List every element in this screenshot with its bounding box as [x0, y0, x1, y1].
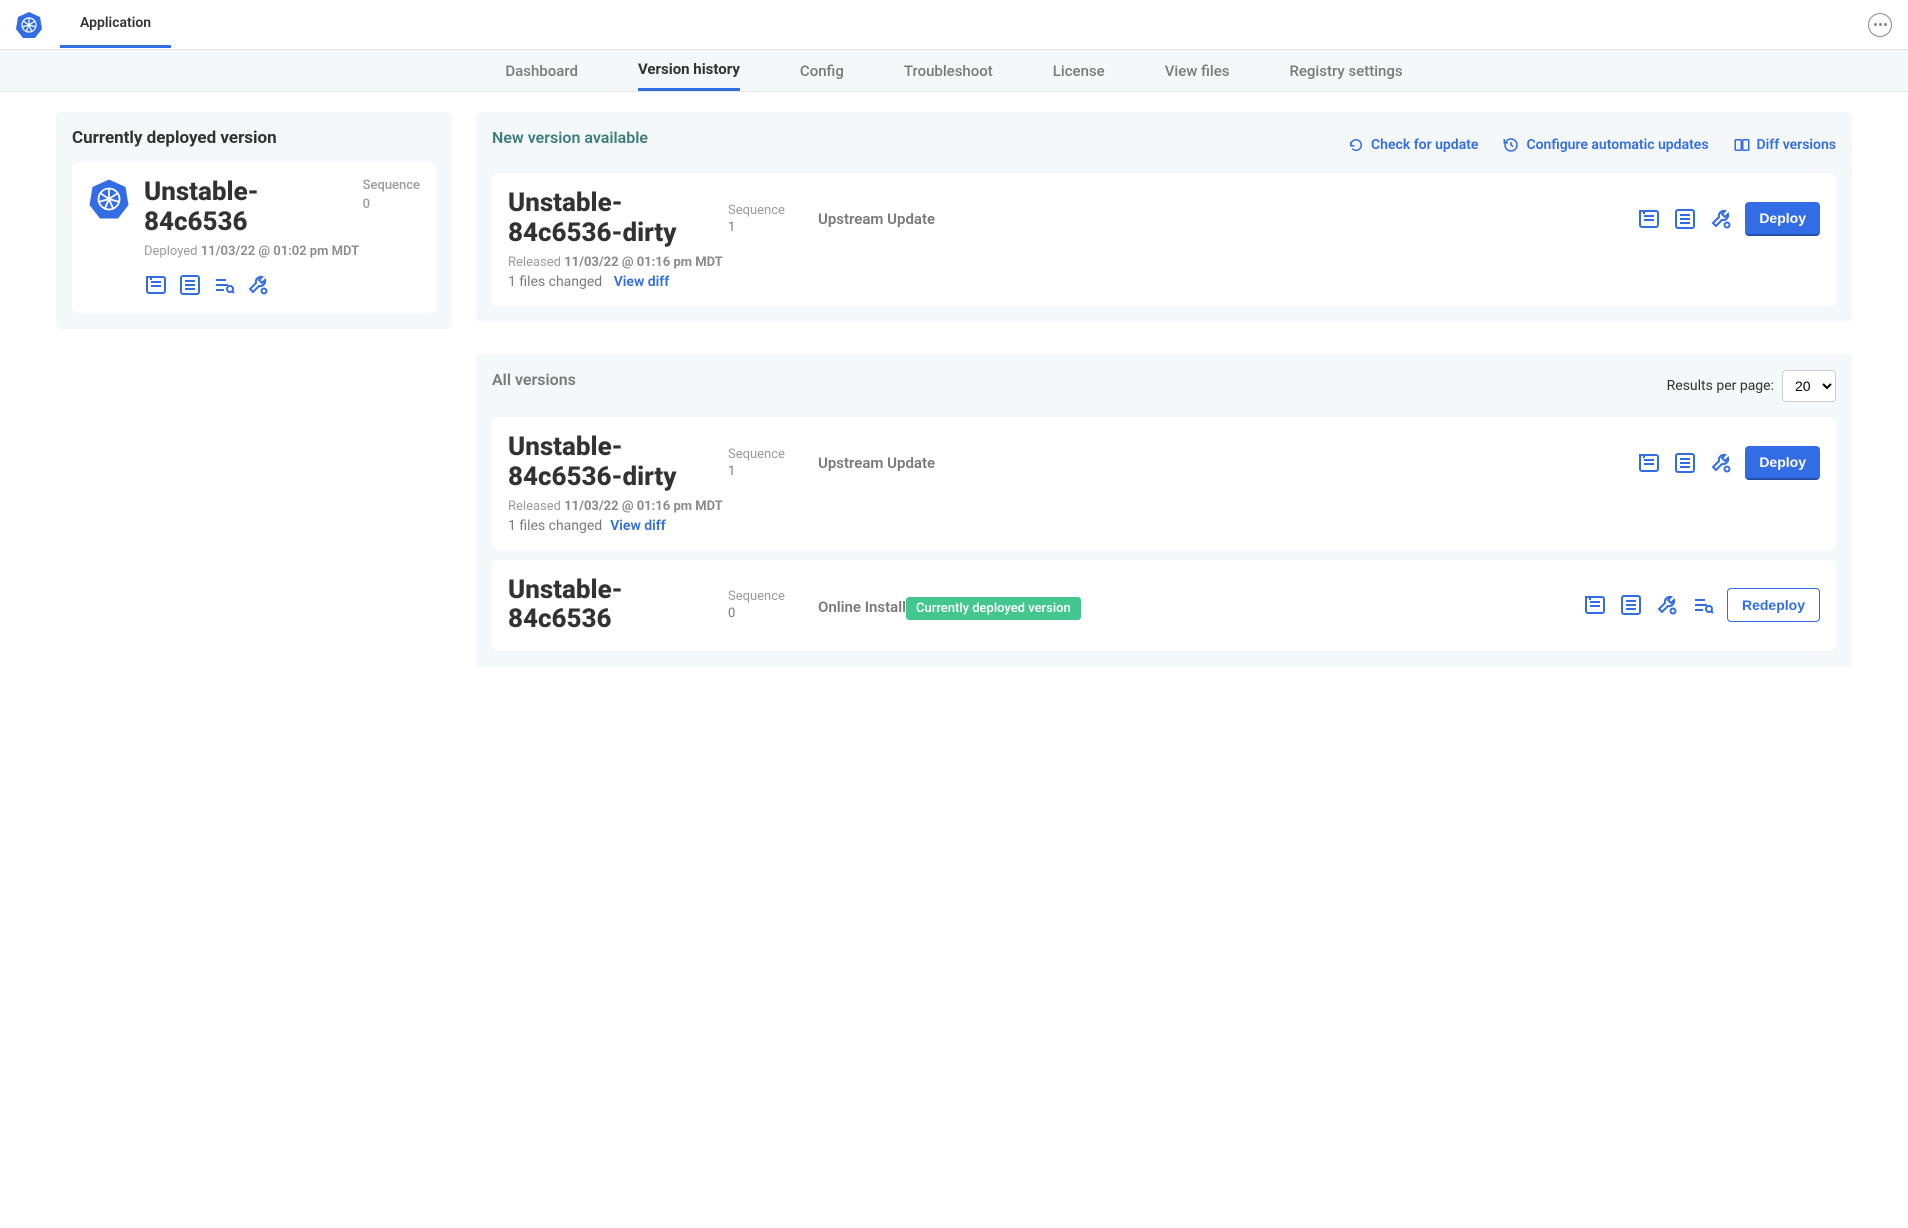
all-versions-title: All versions — [492, 370, 576, 389]
deployed-seq-label: Sequence — [363, 178, 420, 193]
config-icon[interactable] — [1673, 207, 1697, 231]
version-status: Upstream Update — [818, 454, 1617, 472]
version-name: Unstable-84c6536 — [508, 576, 708, 636]
diff-icon — [1733, 136, 1751, 154]
release-notes-icon[interactable] — [1637, 207, 1661, 231]
config-icon[interactable] — [1619, 593, 1643, 617]
release-notes-icon[interactable] — [1583, 593, 1607, 617]
configure-auto-updates-link[interactable]: Configure automatic updates — [1502, 136, 1708, 154]
deployed-version-name: Unstable-84c6536 — [144, 178, 353, 238]
refresh-icon — [1347, 136, 1365, 154]
top-bar: Application — [0, 0, 1908, 50]
config-icon[interactable] — [178, 273, 202, 297]
view-diff-link[interactable]: View diff — [610, 518, 666, 534]
deployed-panel-title: Currently deployed version — [72, 128, 436, 148]
redeploy-button[interactable]: Redeploy — [1727, 588, 1820, 622]
new-version-seq-value: 1 — [728, 220, 798, 235]
k8s-icon — [88, 178, 130, 220]
version-card: Unstable-84c6536-dirty Sequence 1 Upstream … — [492, 417, 1836, 550]
subnav-config[interactable]: Config — [800, 50, 844, 91]
new-version-panel: New version available Check for update C… — [476, 112, 1852, 322]
subnav-version-history[interactable]: Version history — [638, 50, 740, 91]
deploy-button[interactable]: Deploy — [1745, 446, 1820, 480]
deployed-timestamp: Deployed 11/03/22 @ 01:02 pm MDT — [144, 244, 420, 259]
version-seq-label: Sequence — [728, 447, 798, 462]
deployed-panel: Currently deployed version Unstable-84c6… — [56, 112, 452, 329]
support-bundle-icon[interactable] — [1655, 593, 1679, 617]
new-version-released: Released 11/03/22 @ 01:16 pm MDT — [508, 255, 1820, 270]
deployed-seq-value: 0 — [363, 197, 420, 212]
tab-application[interactable]: Application — [60, 1, 171, 48]
version-seq-label: Sequence — [728, 589, 798, 604]
new-version-seq-label: Sequence — [728, 203, 798, 218]
config-icon[interactable] — [1673, 451, 1697, 475]
version-diff-line: 1 files changedView diff — [508, 518, 1820, 534]
rpp-select[interactable]: 20 — [1782, 370, 1836, 402]
version-released: Released 11/03/22 @ 01:16 pm MDT — [508, 499, 1820, 514]
subnav-dashboard[interactable]: Dashboard — [505, 50, 578, 91]
release-notes-icon[interactable] — [1637, 451, 1661, 475]
new-version-name: Unstable-84c6536-dirty — [508, 189, 708, 249]
new-version-title: New version available — [492, 128, 648, 147]
deploy-button[interactable]: Deploy — [1745, 202, 1820, 236]
check-update-link[interactable]: Check for update — [1347, 136, 1478, 154]
version-name: Unstable-84c6536-dirty — [508, 433, 708, 493]
support-bundle-icon[interactable] — [1709, 451, 1733, 475]
view-diff-link[interactable]: View diff — [614, 274, 670, 290]
subnav-registry-settings[interactable]: Registry settings — [1289, 50, 1402, 91]
new-version-diff-line: 1 files changed View diff — [508, 274, 1820, 290]
support-bundle-icon[interactable] — [1709, 207, 1733, 231]
more-menu-icon[interactable] — [1868, 13, 1892, 37]
support-bundle-icon[interactable] — [246, 273, 270, 297]
version-card: Unstable-84c6536 Sequence 0 Online InstallC… — [492, 560, 1836, 652]
preflight-icon[interactable] — [212, 273, 236, 297]
preflight-icon[interactable] — [1691, 593, 1715, 617]
release-notes-icon[interactable] — [144, 273, 168, 297]
version-seq-value: 0 — [728, 606, 798, 621]
clock-refresh-icon — [1502, 136, 1520, 154]
version-seq-value: 1 — [728, 464, 798, 479]
deployed-badge: Currently deployed version — [906, 597, 1081, 620]
deployed-card: Unstable-84c6536 Sequence 0 Deployed 11/… — [72, 162, 436, 313]
sub-nav: Dashboard Version history Config Troublesho… — [0, 50, 1908, 92]
diff-versions-link[interactable]: Diff versions — [1733, 136, 1836, 154]
rpp-label: Results per page: — [1667, 378, 1774, 394]
subnav-troubleshoot[interactable]: Troubleshoot — [904, 50, 993, 91]
app-logo-icon — [16, 12, 42, 38]
subnav-license[interactable]: License — [1053, 50, 1105, 91]
new-version-card: Unstable-84c6536-dirty Sequence 1 Upstre… — [492, 173, 1836, 306]
version-status: Online InstallCurrently deployed version — [818, 591, 1563, 620]
new-version-status: Upstream Update — [818, 210, 1617, 228]
all-versions-panel: All versions Results per page: 20 Unstab… — [476, 354, 1852, 668]
subnav-view-files[interactable]: View files — [1165, 50, 1230, 91]
